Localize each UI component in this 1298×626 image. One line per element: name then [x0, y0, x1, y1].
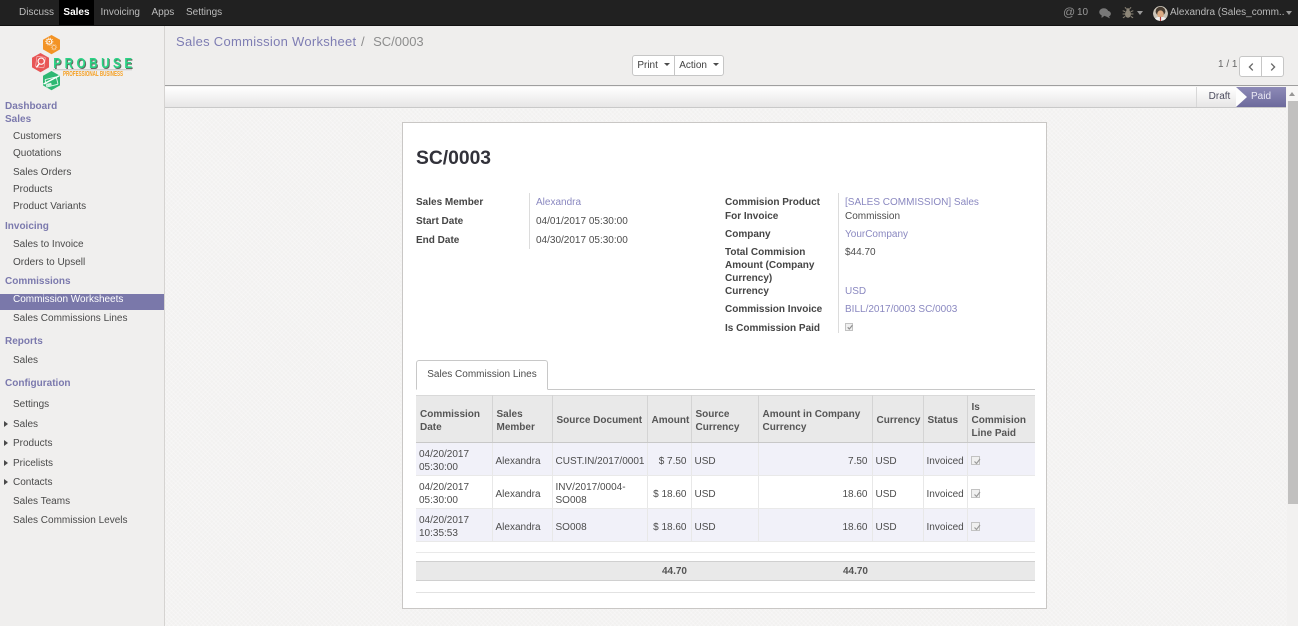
svg-text:PROFESSIONAL BUSINESS: PROFESSIONAL BUSINESS	[63, 71, 123, 78]
svg-text:PROBUSE: PROBUSE	[53, 55, 135, 72]
